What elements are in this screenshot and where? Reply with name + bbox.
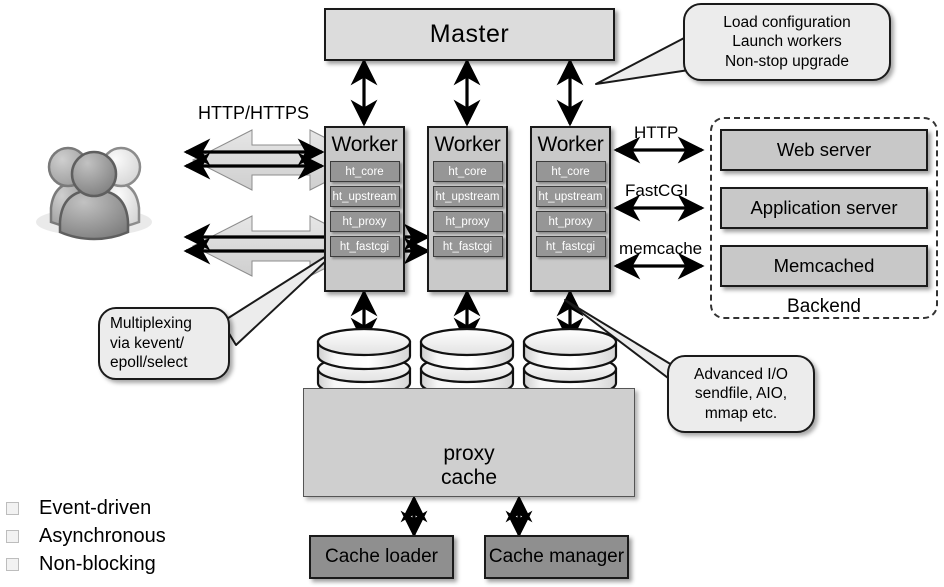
client-protocol-label: HTTP/HTTPS: [198, 103, 309, 123]
feature-item-event-driven: Event-driven: [6, 494, 166, 522]
multiplexing-callout: Multiplexing via kevent/ epoll/select: [98, 307, 230, 380]
cache-manager-box[interactable]: Cache manager: [484, 535, 629, 579]
worker-label-1: Worker: [331, 133, 398, 156]
worker-2-module-ht_upstream[interactable]: ht_upstream: [432, 186, 503, 207]
worker-label-2: Worker: [434, 133, 501, 156]
feature-list: Event-driven Asynchronous Non-blocking: [6, 494, 166, 578]
master-callout-line-1: Load configuration: [723, 13, 851, 31]
cache-loader-label: Cache loader: [324, 546, 439, 567]
feature-item-asynchronous: Asynchronous: [6, 522, 166, 550]
diagram-canvas: Master Load configuration Launch workers…: [0, 0, 944, 587]
bullet-square-icon: [6, 501, 19, 515]
worker-3-module-ht_proxy[interactable]: ht_proxy: [535, 211, 606, 232]
io-callout: Advanced I/O sendfile, AIO, mmap etc.: [667, 355, 815, 433]
multiplexing-callout-line-1: Multiplexing: [110, 315, 192, 333]
backend-label: Backend: [787, 296, 861, 317]
master-label: Master: [429, 20, 510, 48]
proxy-cache-label-line-2: cache: [440, 465, 498, 489]
worker-2-module-ht_proxy[interactable]: ht_proxy: [432, 211, 503, 232]
master-callout: Load configuration Launch workers Non-st…: [683, 3, 891, 81]
backend-server-web[interactable]: Web server: [720, 129, 928, 171]
worker-3-module-ht_fastcgi[interactable]: ht_fastcgi: [535, 236, 606, 257]
backend-server-application-label: Application server: [750, 197, 898, 218]
io-callout-line-3: mmap etc.: [704, 404, 778, 422]
master-box[interactable]: Master: [324, 8, 615, 61]
bullet-square-icon: [6, 557, 19, 571]
worker-1-module-ht_fastcgi[interactable]: ht_fastcgi: [329, 236, 400, 257]
master-callout-line-3: Non-stop upgrade: [724, 52, 850, 70]
master-callout-line-2: Launch workers: [732, 33, 842, 51]
worker-box-2[interactable]: Worker ht_core ht_upstream ht_proxy ht_f…: [427, 126, 508, 292]
io-callout-line-1: Advanced I/O: [694, 365, 788, 383]
protocol-label-fastcgi: FastCGI: [625, 181, 689, 200]
worker-box-3[interactable]: Worker ht_core ht_upstream ht_proxy ht_f…: [530, 126, 611, 292]
io-callout-line-2: sendfile, AIO,: [694, 385, 788, 403]
proxy-cache-label-line-1: proxy: [443, 441, 495, 465]
feature-label-non-blocking: Non-blocking: [39, 552, 156, 575]
users-icon: [36, 146, 152, 241]
feature-label-asynchronous: Asynchronous: [39, 524, 166, 547]
multiplexing-callout-line-3: epoll/select: [110, 354, 188, 372]
feature-label-event-driven: Event-driven: [39, 496, 152, 519]
backend-server-application[interactable]: Application server: [720, 187, 928, 229]
worker-2-module-ht_fastcgi[interactable]: ht_fastcgi: [432, 236, 503, 257]
feature-item-non-blocking: Non-blocking: [6, 550, 166, 578]
worker-box-1[interactable]: Worker ht_core ht_upstream ht_proxy ht_f…: [324, 126, 405, 292]
worker-1-module-ht_upstream[interactable]: ht_upstream: [329, 186, 400, 207]
worker-3-module-ht_core[interactable]: ht_core: [535, 161, 606, 182]
backend-server-web-label: Web server: [776, 139, 872, 160]
worker-label-3: Worker: [537, 133, 604, 156]
worker-2-module-ht_core[interactable]: ht_core: [432, 161, 503, 182]
protocol-label-memcache: memcache: [619, 239, 703, 258]
backend-server-memcached-label: Memcached: [773, 255, 875, 276]
protocol-label-http: HTTP: [634, 123, 679, 142]
worker-1-module-ht_core[interactable]: ht_core: [329, 161, 400, 182]
worker-3-module-ht_upstream[interactable]: ht_upstream: [535, 186, 606, 207]
backend-server-memcached[interactable]: Memcached: [720, 245, 928, 287]
proxy-cache-box[interactable]: proxy cache: [303, 388, 635, 497]
multiplexing-callout-line-2: via kevent/: [110, 334, 185, 352]
bullet-square-icon: [6, 529, 19, 543]
cache-manager-label: Cache manager: [488, 546, 625, 567]
worker-1-module-ht_proxy[interactable]: ht_proxy: [329, 211, 400, 232]
cache-loader-box[interactable]: Cache loader: [309, 535, 454, 579]
